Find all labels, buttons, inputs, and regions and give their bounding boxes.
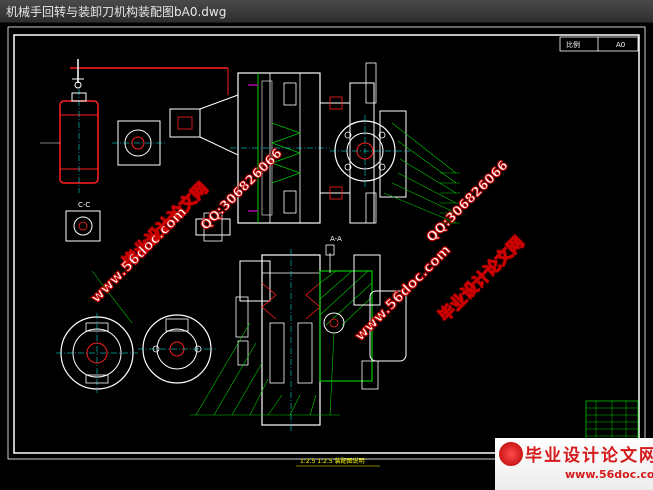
upper-leader-lines (383, 122, 460, 224)
cad-drawing: 比例 A0 C-C A-A 1:2.5 1:2.5 装配图说明 (7, 26, 646, 467)
logo-title: 毕业设计论文网 (525, 446, 653, 466)
upper-right-circular-view (330, 110, 410, 198)
left-tank-view (59, 89, 99, 193)
small-left-part-view: C-C (65, 201, 101, 242)
window-titlebar: 机械手回转与装卸刀机构装配图bA0.dwg (0, 0, 653, 23)
drawing-bottom-note: 1:2.5 1:2.5 装配图说明 (300, 457, 365, 465)
logo-emblem-icon (499, 442, 523, 466)
site-logo: 毕业设计论文网 www.56doc.com (495, 438, 653, 490)
lower-left-circle-view-2 (138, 314, 216, 384)
title-block-top: 比例 A0 (559, 36, 639, 52)
lower-leader-lines (190, 322, 340, 416)
logo-url: www.56doc.com (565, 468, 653, 481)
cad-drawing-canvas[interactable]: 比例 A0 C-C A-A 1:2.5 1:2.5 装配图说明 毕业设计论文网 … (0, 23, 653, 490)
upper-gripper-assembly (112, 94, 239, 166)
section-label-a: A-A (330, 235, 342, 243)
title-block-size-label: A0 (616, 41, 625, 49)
lower-left-circle-view-1 (56, 313, 138, 393)
window-title: 机械手回转与装卸刀机构装配图bA0.dwg (6, 5, 227, 19)
top-rail (70, 59, 229, 95)
lower-main-section-view: A-A (235, 235, 407, 433)
section-label-c: C-C (78, 201, 90, 209)
upper-main-body (230, 62, 377, 224)
title-block-scale-label: 比例 (566, 40, 580, 49)
